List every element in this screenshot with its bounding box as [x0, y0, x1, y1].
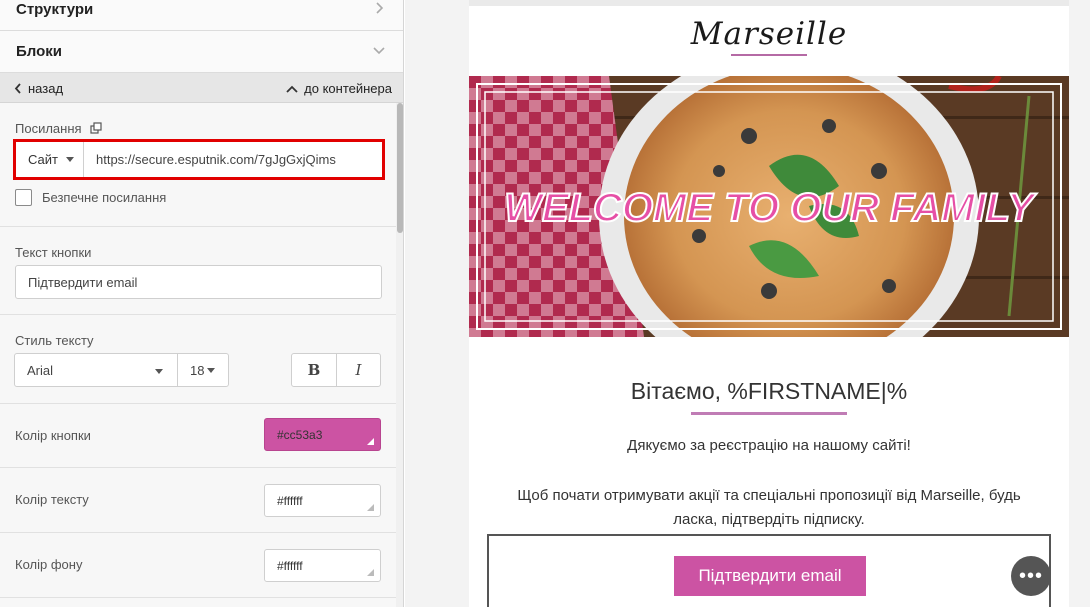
font-size-select[interactable]: 18 [177, 353, 229, 387]
email-canvas: Marseille WELCOME TO OUR FAMILY Вітаємо,… [469, 0, 1069, 607]
link-label: Посилання [15, 121, 82, 136]
bg-color-picker[interactable]: #ffffff [264, 549, 381, 582]
chevron-left-icon [14, 83, 21, 94]
safe-link-checkbox[interactable] [15, 189, 32, 206]
caret-down-icon [155, 369, 163, 374]
more-options-button[interactable]: ••• [1011, 556, 1051, 596]
bg-color-value: #ffffff [277, 558, 303, 573]
logo-text: Marseille [690, 16, 848, 52]
bold-button[interactable]: B [291, 353, 337, 387]
settings-panel: Структури Блоки назад до контейнера Поси… [0, 0, 404, 607]
pizza-banner-illustration: WELCOME TO OUR FAMILY [469, 76, 1069, 337]
to-container-label: до контейнера [304, 81, 392, 96]
chevron-right-icon [376, 2, 384, 14]
button-color-label: Колір кнопки [15, 428, 91, 443]
chevron-down-icon [373, 47, 385, 55]
picker-corner-icon [367, 569, 374, 576]
italic-button[interactable]: I [336, 353, 381, 387]
button-text-label: Текст кнопки [15, 245, 92, 260]
back-link[interactable]: назад [14, 81, 63, 96]
greeting-heading: Вітаємо, %FIRSTNAME|% [630, 378, 908, 404]
button-block[interactable]: Підтвердити email [487, 534, 1051, 607]
picker-corner-icon [367, 438, 374, 445]
scrollbar-thumb[interactable] [397, 103, 403, 233]
accordion-blocks-label: Блоки [16, 43, 63, 60]
accordion-blocks[interactable]: Блоки [0, 31, 403, 73]
link-input-group: Сайт https://secure.esputnik.com/7gJgGxj… [13, 139, 385, 180]
panel-scrollbar[interactable] [396, 103, 403, 607]
confirm-email-button[interactable]: Підтвердити email [674, 556, 866, 596]
font-size-value: 18 [190, 362, 205, 378]
text-color-value: #ffffff [277, 493, 303, 508]
font-family-select[interactable]: Arial [14, 353, 178, 387]
body-text-line1: Щоб почати отримувати акції та спеціальн… [517, 487, 1021, 504]
greeting-underline [691, 412, 847, 415]
url-input[interactable]: https://secure.esputnik.com/7gJgGxjQims [85, 142, 382, 177]
button-text-input[interactable]: Підтвердити email [15, 265, 382, 299]
font-family-value: Arial [27, 362, 54, 378]
accordion-structures-label: Структури [16, 1, 94, 18]
body-text-line2: ласка, підтвердіть підписку. [673, 511, 865, 528]
text-color-picker[interactable]: #ffffff [264, 484, 381, 517]
link-type-select[interactable]: Сайт [16, 142, 84, 177]
caret-down-icon [207, 367, 216, 373]
safe-link-label: Безпечне посилання [42, 190, 167, 205]
copy-icon[interactable] [90, 122, 103, 135]
nav-bar: назад до контейнера [0, 73, 403, 103]
thanks-text: Дякуємо за реєстрацію на нашому сайті! [627, 437, 911, 454]
caret-down-icon [65, 157, 74, 162]
button-color-value: #cc53a3 [277, 427, 323, 442]
banner-text: WELCOME TO OUR FAMILY [504, 186, 1037, 230]
link-type-value: Сайт [28, 152, 58, 167]
email-preview: Marseille WELCOME TO OUR FAMILY Вітаємо,… [405, 0, 1090, 607]
logo-underline [731, 54, 807, 56]
accordion-structures[interactable]: Структури [0, 0, 403, 31]
text-color-label: Колір тексту [15, 492, 89, 507]
bg-color-label: Колір фону [15, 557, 83, 572]
text-style-label: Стиль тексту [15, 333, 94, 348]
button-color-picker[interactable]: #cc53a3 [264, 418, 381, 451]
chevron-up-icon [286, 85, 298, 93]
banner-image[interactable]: WELCOME TO OUR FAMILY [469, 76, 1069, 337]
to-container-link[interactable]: до контейнера [286, 81, 392, 96]
picker-corner-icon [367, 504, 374, 511]
back-label: назад [28, 81, 64, 96]
